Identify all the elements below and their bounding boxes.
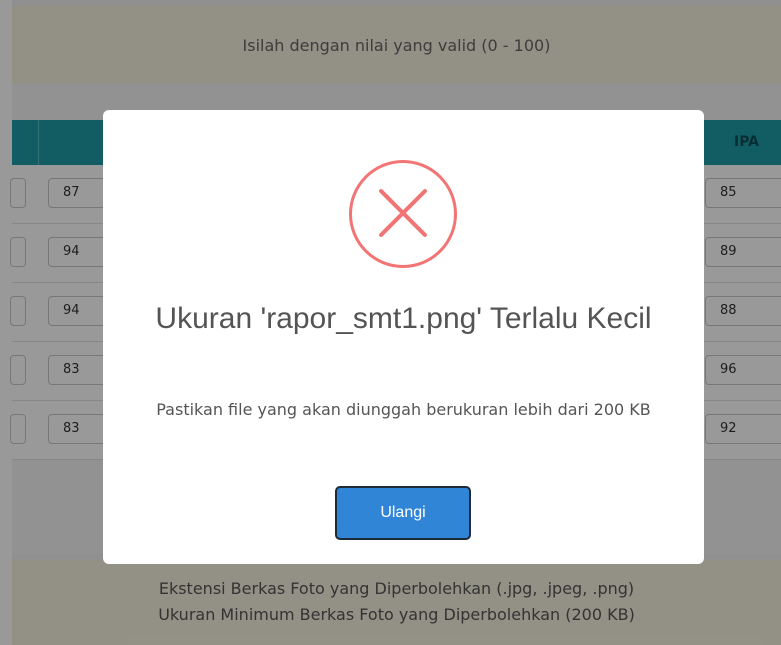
dialog-message: Pastikan file yang akan diunggah berukur… bbox=[156, 400, 651, 419]
retry-button[interactable]: Ulangi bbox=[335, 486, 471, 540]
error-x-circle-icon bbox=[349, 160, 457, 268]
error-dialog: Ukuran 'rapor_smt1.png' Terlalu Kecil Pa… bbox=[103, 110, 704, 564]
dialog-title: Ukuran 'rapor_smt1.png' Terlalu Kecil bbox=[155, 302, 652, 335]
